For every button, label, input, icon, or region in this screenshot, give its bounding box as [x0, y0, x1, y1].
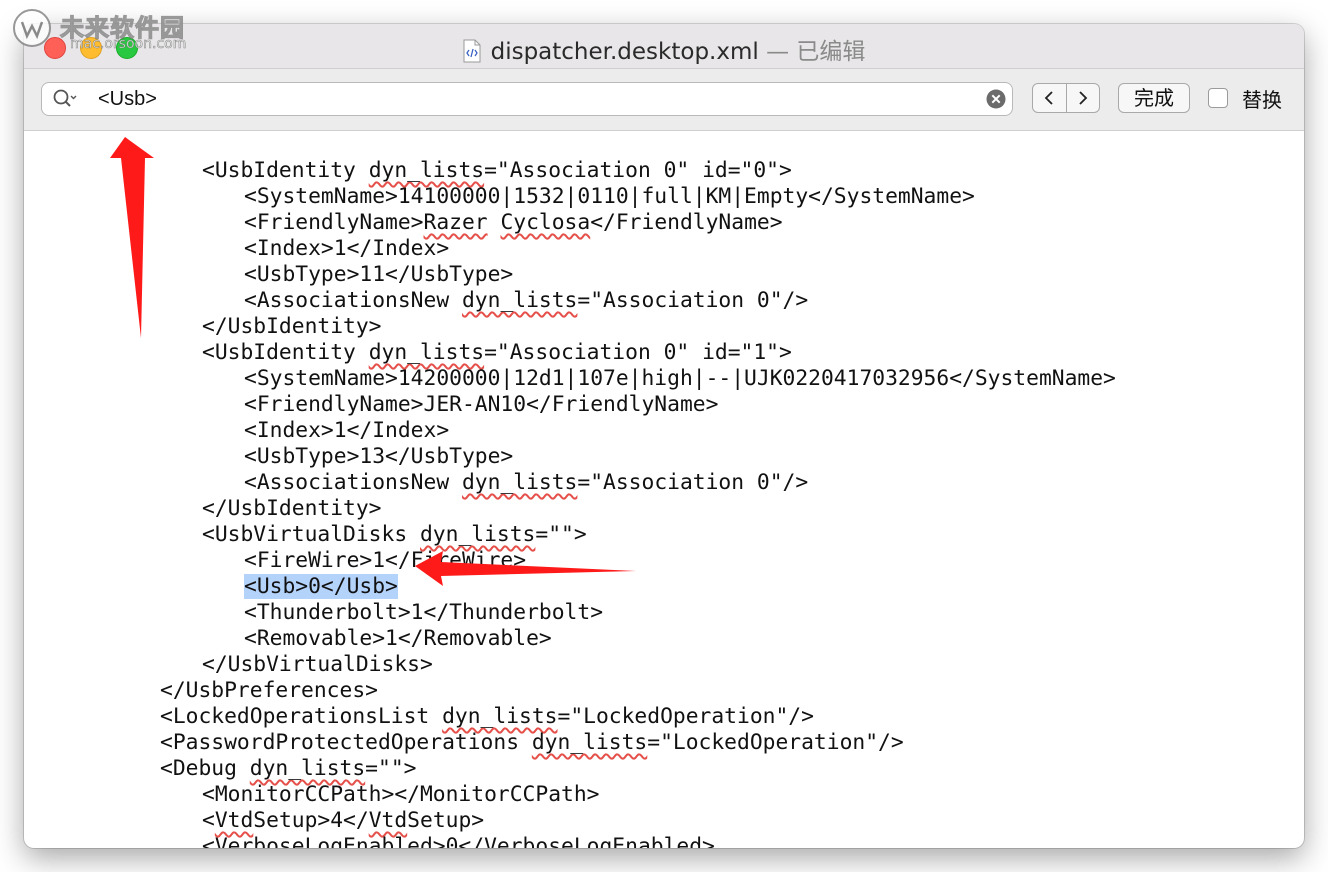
spelling-error-mark: Vtd [368, 808, 408, 833]
done-button[interactable]: 完成 [1118, 83, 1190, 113]
editor-line[interactable]: <VtdSetup>4</VtdSetup> [202, 808, 484, 834]
editor-line[interactable]: <SystemName>14100000|1532|0110|full|KM|E… [244, 184, 975, 210]
editor-line[interactable]: <UsbIdentity dyn_lists="Association 0" i… [202, 340, 792, 366]
edited-indicator: — 已编辑 [758, 39, 866, 65]
spelling-error-mark: Vtd [214, 808, 254, 833]
editor-line[interactable]: </UsbPreferences> [160, 678, 378, 704]
find-bar: <Usb> 完成 替换 [24, 69, 1304, 131]
chevron-right-icon [1079, 91, 1088, 105]
replace-checkbox[interactable] [1208, 88, 1228, 108]
editor-line[interactable]: <LockedOperationsList dyn_lists="LockedO… [160, 704, 814, 730]
window-title: dispatcher.desktop.xml — 已编辑 [24, 32, 1304, 66]
editor-line[interactable]: <Usb>0</Usb> [244, 574, 398, 600]
textedit-window: dispatcher.desktop.xml — 已编辑 <Usb> 完成 替换… [24, 24, 1304, 848]
editor-line[interactable]: <AssociationsNew dyn_lists="Association … [244, 470, 808, 496]
spelling-error-mark: Razer [423, 210, 488, 235]
spelling-error-mark: dyn_lists [368, 340, 485, 365]
clear-search-icon[interactable] [986, 89, 1006, 109]
xml-document-icon [463, 39, 481, 63]
editor-line[interactable]: </UsbIdentity> [202, 496, 382, 522]
spelling-error-mark: dyn_lists [249, 756, 366, 781]
editor-line[interactable]: <Index>1</Index> [244, 418, 449, 444]
editor-line[interactable]: <UsbVirtualDisks dyn_lists=""> [202, 522, 587, 548]
find-search-field[interactable]: <Usb> [41, 82, 1013, 116]
watermark-emblem-icon [13, 9, 51, 47]
watermark-url: mac.orsoon.com [70, 36, 187, 53]
editor-line[interactable]: <AssociationsNew dyn_lists="Association … [244, 288, 808, 314]
spelling-error-mark: dyn_lists [531, 730, 648, 755]
editor-line[interactable]: <UsbIdentity dyn_lists="Association 0" i… [202, 158, 792, 184]
editor-line[interactable]: <Index>1</Index> [244, 236, 449, 262]
editor-line[interactable]: <MonitorCCPath></MonitorCCPath> [202, 782, 599, 808]
editor-line[interactable]: <PasswordProtectedOperations dyn_lists="… [160, 730, 904, 756]
editor-line[interactable]: <FriendlyName>JER-AN10</FriendlyName> [244, 392, 718, 418]
editor-line[interactable]: <VerboseLogEnabled>0</VerboseLogEnabled> [202, 834, 715, 848]
editor-line[interactable]: </UsbVirtualDisks> [202, 652, 433, 678]
editor-line[interactable]: <FriendlyName>Razer Cyclosa</FriendlyNam… [244, 210, 783, 236]
text-editor[interactable]: <UsbIdentity dyn_lists="Association 0" i… [24, 131, 1304, 848]
search-options-icon[interactable] [52, 88, 78, 110]
editor-line[interactable]: <UsbType>13</UsbType> [244, 444, 513, 470]
search-match-highlight: <Usb>0</Usb> [244, 574, 398, 599]
spelling-error-mark: dyn_lists [368, 158, 485, 183]
editor-line[interactable]: </UsbIdentity> [202, 314, 382, 340]
spelling-error-mark: Cyclosa [500, 210, 591, 235]
editor-line[interactable]: <Thunderbolt>1</Thunderbolt> [244, 600, 603, 626]
editor-line[interactable]: <Debug dyn_lists=""> [160, 756, 416, 782]
find-query-text[interactable]: <Usb> [98, 88, 157, 111]
chevron-left-icon [1044, 91, 1053, 105]
spelling-error-mark: dyn_lists [461, 288, 578, 313]
title-bar[interactable]: dispatcher.desktop.xml — 已编辑 [24, 24, 1304, 69]
spelling-error-mark: dyn_lists [442, 704, 558, 729]
editor-line[interactable]: <FireWire>1</FireWire> [244, 548, 526, 574]
editor-line[interactable]: <SystemName>14200000|12d1|107e|high|--|U… [244, 366, 1116, 392]
editor-line[interactable]: <UsbType>11</UsbType> [244, 262, 513, 288]
find-next-button[interactable] [1065, 84, 1100, 112]
find-navigation [1032, 83, 1100, 113]
spelling-error-mark: dyn_lists [461, 470, 578, 495]
replace-label[interactable]: 替换 [1242, 84, 1282, 113]
editor-line[interactable]: <Removable>1</Removable> [244, 626, 552, 652]
spelling-error-mark: dyn_lists [419, 522, 536, 547]
document-filename: dispatcher.desktop.xml [490, 39, 759, 65]
watermark-logo: 未来软件园 mac.orsoon.com [8, 4, 208, 56]
find-previous-button[interactable] [1033, 84, 1066, 112]
